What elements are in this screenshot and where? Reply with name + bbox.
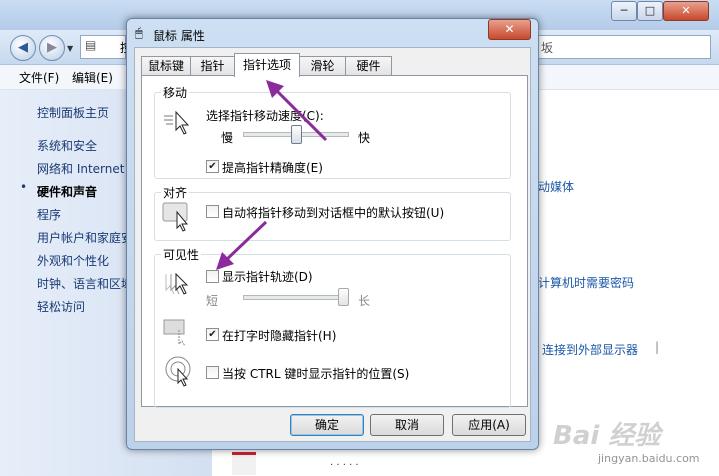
sidebar-item-system-security[interactable]: 系统和安全	[37, 137, 97, 154]
motion-group-title: 移动	[161, 84, 190, 101]
tab-pointers[interactable]: 指针	[190, 56, 235, 76]
link-separator: |	[655, 340, 660, 354]
search-input[interactable]	[537, 35, 711, 59]
dialog-close-button[interactable]: ✕	[488, 19, 531, 40]
pointer-speed-icon	[162, 108, 192, 136]
tab-pointer-options[interactable]: 指针选项	[234, 53, 300, 77]
maximize-button[interactable]: □	[637, 1, 663, 21]
cancel-button[interactable]: 取消	[370, 414, 444, 436]
search-text: 坂	[541, 41, 554, 55]
snap-to-icon	[162, 202, 192, 232]
sidebar-item-clock-language[interactable]: 时钟、语言和区域	[37, 275, 133, 292]
show-location-label[interactable]: 当按 CTRL 键时显示指针的位置(S)	[222, 365, 409, 382]
visibility-group-title: 可见性	[161, 246, 202, 263]
snap-label[interactable]: 自动将指针移动到对话框中的默认按钮(U)	[222, 204, 444, 221]
sidebar-item-network[interactable]: 网络和 Internet	[37, 160, 124, 177]
folder-icon: ▤	[85, 38, 97, 52]
long-label: 长	[358, 294, 371, 308]
fast-label: 快	[358, 131, 371, 145]
tab-buttons[interactable]: 鼠标键	[141, 56, 191, 76]
trails-label[interactable]: 显示指针轨迹(D)	[222, 268, 313, 285]
dialog-title: 鼠标 属性	[153, 29, 205, 43]
tab-hardware[interactable]: 硬件	[345, 56, 392, 76]
menu-edit[interactable]: 编辑(E)	[72, 69, 113, 86]
forward-arrow-icon[interactable]: ▶	[39, 35, 65, 61]
chevron-down-icon[interactable]: ▼	[67, 44, 73, 53]
short-label: 短	[206, 294, 219, 308]
sidebar-item-user-accounts[interactable]: 用户帐户和家庭安	[37, 229, 133, 246]
close-button[interactable]: ✕	[663, 1, 709, 21]
devices-icon	[232, 452, 256, 475]
show-location-icon	[164, 355, 194, 387]
hide-while-typing-label[interactable]: 在打字时隐藏指针(H)	[222, 327, 336, 344]
hide-while-typing-checkbox[interactable]: ✔	[206, 328, 219, 341]
external-display-link[interactable]: 连接到外部显示器	[542, 341, 638, 358]
back-arrow-icon[interactable]: ◀	[10, 35, 36, 61]
sidebar-item-home[interactable]: 控制面板主页	[37, 104, 109, 121]
ok-button[interactable]: 确定	[290, 414, 364, 436]
selected-bullet: •	[20, 180, 28, 194]
apply-button[interactable]: 应用(A)	[452, 414, 526, 436]
password-wake-link[interactable]: 计算机时需要密码	[538, 274, 634, 291]
watermark-logo: Bai 经验	[553, 421, 661, 451]
sidebar-item-ease-of-access[interactable]: 轻松访问	[37, 298, 85, 315]
minimize-button[interactable]: ─	[611, 1, 637, 21]
menu-file[interactable]: 文件(F)	[19, 69, 59, 86]
slow-label: 慢	[221, 131, 234, 145]
mouse-icon: 🖱	[135, 26, 143, 41]
show-location-checkbox[interactable]	[206, 366, 219, 379]
autoplay-link[interactable]: 动媒体	[538, 178, 574, 195]
watermark-url: jingyan.baidu.com	[598, 452, 700, 465]
trails-checkbox[interactable]	[206, 270, 219, 283]
precision-checkbox[interactable]: ✔	[206, 160, 219, 173]
trail-slider-track[interactable]	[243, 295, 349, 300]
speed-label: 选择指针移动速度(C):	[206, 109, 324, 123]
sidebar-item-appearance[interactable]: 外观和个性化	[37, 252, 109, 269]
tab-wheel[interactable]: 滑轮	[299, 56, 346, 76]
pointer-trails-icon	[162, 270, 192, 300]
snap-group-title: 对齐	[161, 184, 190, 201]
sidebar-item-programs[interactable]: 程序	[37, 206, 61, 223]
bottom-text: · · · · ·	[330, 460, 359, 471]
speed-slider-thumb[interactable]	[290, 125, 302, 144]
sidebar-item-hardware-sound[interactable]: 硬件和声音	[37, 183, 97, 200]
precision-label[interactable]: 提高指针精确度(E)	[222, 159, 323, 176]
trail-slider-thumb[interactable]	[338, 288, 349, 306]
hide-pointer-icon	[162, 318, 192, 348]
snap-checkbox[interactable]	[206, 205, 219, 218]
